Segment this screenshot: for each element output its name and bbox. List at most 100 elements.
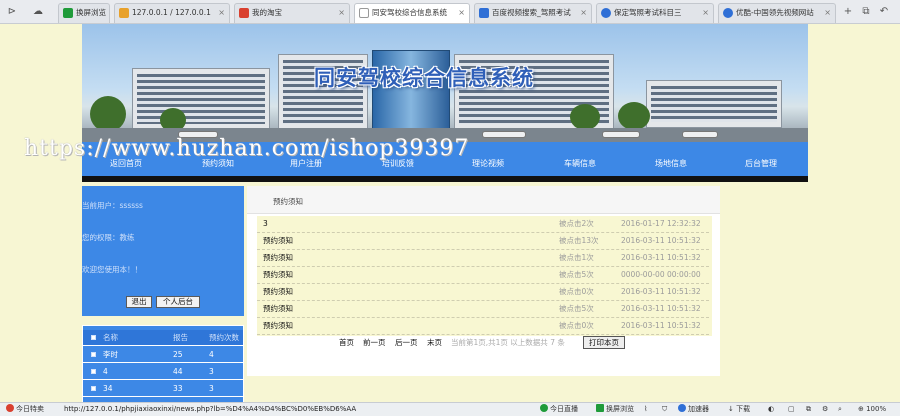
- building-right: [646, 80, 782, 128]
- item-clicks: 被点击13次: [559, 236, 599, 245]
- cell-value: 33: [173, 384, 183, 393]
- list-item[interactable]: 预约须知 被点击0次 2016-03-11 10:51:32: [257, 284, 709, 301]
- today-live[interactable]: 今日直播: [540, 403, 578, 416]
- prev-page-link[interactable]: 前一页: [363, 336, 386, 350]
- nav-vehicles[interactable]: 车辆信息: [564, 158, 596, 169]
- list-item[interactable]: 预约须知 被点击5次 0000-00-00 00:00:00: [257, 267, 709, 284]
- logout-button[interactable]: 退出: [126, 296, 152, 308]
- search-icon[interactable]: ⌕: [838, 403, 842, 416]
- zoom-level[interactable]: ⊕ 100%: [858, 403, 886, 416]
- item-time: 2016-03-11 10:51:32: [621, 236, 701, 245]
- status-url: http://127.0.0.1/phpjiaxiaoxinxi/news.ph…: [64, 405, 357, 413]
- browser-tab-bar: ⊳ ☁ 换屏浏览 127.0.0.1 / 127.0.0.1 × 我的淘宝 × …: [0, 0, 900, 24]
- car: [602, 131, 640, 138]
- last-page-link[interactable]: 末页: [427, 336, 442, 350]
- item-time: 2016-03-11 10:51:32: [621, 304, 701, 313]
- tree: [570, 104, 600, 130]
- list-item[interactable]: 预约须知 被点击13次 2016-03-11 10:51:32: [257, 233, 709, 250]
- item-title[interactable]: 预约须知: [263, 250, 293, 266]
- downloads[interactable]: ↓ 下载: [728, 403, 750, 416]
- status-bar: 今日特卖 http://127.0.0.1/phpjiaxiaoxinxi/ne…: [0, 402, 900, 416]
- item-time: 2016-03-11 10:51:32: [621, 287, 701, 296]
- nav-venues[interactable]: 场地信息: [655, 158, 687, 169]
- item-title[interactable]: 3: [263, 216, 268, 232]
- item-time: 0000-00-00 00:00:00: [621, 270, 701, 279]
- bullet-icon: [91, 369, 96, 374]
- list-item[interactable]: 3 被点击2次 2016-01-17 12:32:32: [257, 216, 709, 233]
- tab-list-icon[interactable]: ⧉: [858, 4, 874, 20]
- undo-close-icon[interactable]: ↶: [876, 4, 892, 20]
- close-icon[interactable]: ×: [702, 4, 709, 22]
- play-icon: [723, 8, 733, 18]
- accelerator-icon: [678, 404, 686, 412]
- tab-split-view[interactable]: 换屏浏览: [58, 3, 110, 23]
- page-icon: [359, 8, 369, 18]
- list-item[interactable]: 预约须知 被点击1次 2016-03-11 10:51:32: [257, 250, 709, 267]
- sidebar-toggle-icon[interactable]: ⊳: [4, 4, 20, 20]
- close-icon[interactable]: ×: [824, 4, 831, 22]
- taobao-icon: [239, 8, 249, 18]
- settings-icon[interactable]: ⚙: [822, 403, 828, 416]
- play-icon: [601, 8, 611, 18]
- nav-theory-video[interactable]: 理论视频: [472, 158, 504, 169]
- close-icon[interactable]: ×: [218, 4, 225, 22]
- table-row[interactable]: 34 33 3: [83, 381, 243, 397]
- table-row[interactable]: 李时 25 4: [83, 347, 243, 363]
- item-clicks: 被点击2次: [559, 219, 594, 228]
- close-icon[interactable]: ×: [338, 4, 345, 22]
- notice-list: 3 被点击2次 2016-01-17 12:32:32 预约须知 被点击13次 …: [257, 216, 712, 336]
- layout-icon[interactable]: ⧉: [806, 403, 811, 416]
- item-title[interactable]: 预约须知: [263, 318, 293, 334]
- cell-count: 3: [209, 384, 214, 393]
- split-view-icon: [63, 8, 73, 18]
- car: [682, 131, 718, 138]
- tab-driving-school[interactable]: 同安驾校综合信息系统 ×: [354, 3, 470, 23]
- tree: [618, 102, 650, 130]
- header-value: 报告: [173, 333, 188, 342]
- item-clicks: 被点击0次: [559, 321, 594, 330]
- bullet-icon: [91, 386, 96, 391]
- wifi-icon[interactable]: ⌇: [644, 403, 647, 416]
- new-tab-icon[interactable]: +: [840, 4, 856, 20]
- tab-driving-exam[interactable]: 保定驾照考试科目三 ×: [596, 3, 714, 23]
- ranking-table: 名称 报告 预约次数 李时 25 4 4 44 3 34 33 3: [82, 325, 244, 403]
- print-button[interactable]: 打印本页: [583, 336, 625, 349]
- speaker-icon[interactable]: ◐: [768, 403, 774, 416]
- tab-baidu-video[interactable]: 百度视频搜索_驾照考试 ×: [474, 3, 592, 23]
- list-item[interactable]: 预约须知 被点击0次 2016-03-11 10:51:32: [257, 318, 709, 335]
- screenshot-icon[interactable]: ▢: [788, 403, 795, 416]
- nav-admin[interactable]: 后台管理: [745, 158, 777, 169]
- tab-youku[interactable]: 优酷-中国领先视频网站 ×: [718, 3, 836, 23]
- cell-name: 34: [103, 384, 113, 393]
- item-title[interactable]: 预约须知: [263, 233, 293, 249]
- item-clicks: 被点击1次: [559, 253, 594, 262]
- site-banner: 同安驾校综合信息系统: [82, 24, 808, 142]
- bullet-icon: [91, 335, 96, 340]
- header-name: 名称: [103, 333, 118, 342]
- cloud-icon[interactable]: ☁: [30, 4, 46, 20]
- cell-name: 4: [103, 367, 108, 376]
- item-time: 2016-03-11 10:51:32: [621, 253, 701, 262]
- panel-header: 预约须知: [247, 186, 720, 214]
- close-icon[interactable]: ×: [580, 4, 587, 22]
- tree: [90, 96, 126, 132]
- first-page-link[interactable]: 首页: [339, 336, 354, 350]
- bullet-icon: [91, 352, 96, 357]
- close-icon[interactable]: ×: [458, 4, 465, 22]
- today-deals[interactable]: 今日特卖: [6, 403, 44, 416]
- split-view-toggle[interactable]: 换屏浏览: [596, 403, 634, 416]
- item-title[interactable]: 预约须知: [263, 284, 293, 300]
- tab-phpmyadmin[interactable]: 127.0.0.1 / 127.0.0.1 ×: [114, 3, 230, 23]
- accelerator[interactable]: 加速器: [678, 403, 709, 416]
- watermark-text: https://www.huzhan.com/ishop39397: [24, 136, 470, 161]
- table-row[interactable]: 4 44 3: [83, 364, 243, 380]
- next-page-link[interactable]: 后一页: [395, 336, 418, 350]
- personal-backend-button[interactable]: 个人后台: [156, 296, 200, 308]
- item-title[interactable]: 预约须知: [263, 267, 293, 283]
- item-title[interactable]: 预约须知: [263, 301, 293, 317]
- list-item[interactable]: 预约须知 被点击5次 2016-03-11 10:51:32: [257, 301, 709, 318]
- baidu-icon: [479, 8, 489, 18]
- tab-taobao[interactable]: 我的淘宝 ×: [234, 3, 350, 23]
- sail-icon: [119, 8, 129, 18]
- shield-icon[interactable]: ⛉: [662, 403, 667, 416]
